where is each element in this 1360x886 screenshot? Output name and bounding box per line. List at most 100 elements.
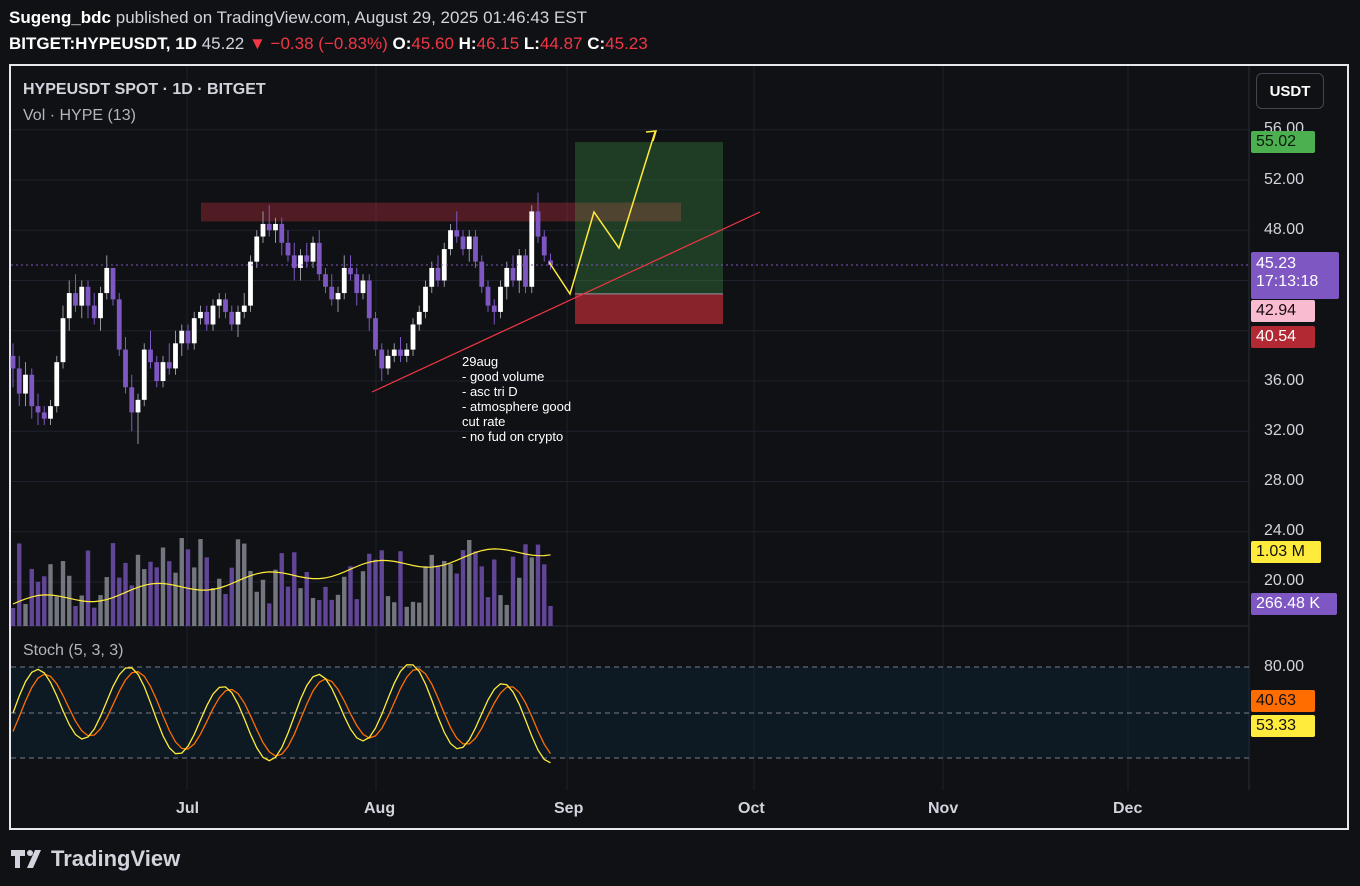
volume-bar (423, 566, 428, 626)
candle-body (110, 267, 116, 300)
volume-bar (142, 569, 147, 626)
y-tick: 36.00 (1264, 372, 1305, 389)
note-line: - atmosphere good (462, 399, 572, 414)
volume-bar (242, 543, 247, 626)
volume-bar (154, 567, 159, 626)
last-price-badge: 45.23 17:13:18 (1251, 252, 1339, 299)
x-tick-jul: Jul (176, 800, 200, 817)
candle-body (66, 293, 72, 319)
candle-body (248, 261, 253, 306)
candle-body (448, 230, 453, 250)
candle-body (179, 330, 185, 344)
y-tick: 20.00 (1264, 572, 1305, 589)
stoch-legend[interactable]: Stoch (5, 3, 3) (23, 642, 124, 660)
stoch-d-badge: 40.63 (1251, 690, 1315, 712)
candle-body (223, 299, 228, 312)
volume-bar (360, 571, 366, 626)
volume-bar (410, 601, 416, 626)
volume-bar (442, 560, 447, 626)
candle-body (166, 362, 172, 369)
volume-bar (267, 603, 272, 626)
volume-bar (548, 606, 553, 626)
volume-bar (217, 578, 222, 626)
volume-bar (35, 581, 41, 626)
volume-bar (498, 595, 503, 626)
stoch-pane (11, 664, 1249, 764)
volume-bar (367, 553, 372, 626)
candle-body (235, 311, 241, 325)
volume-badge: 266.48 K (1251, 593, 1337, 615)
candle-body (10, 355, 16, 369)
volume-bar (523, 544, 528, 626)
volume-bar (529, 557, 534, 626)
countdown-value: 17:13:18 (1256, 273, 1319, 290)
candle-body (360, 280, 366, 294)
volume-bar (292, 552, 297, 626)
candle-body (54, 362, 60, 407)
chart-canvas[interactable] (0, 0, 1360, 886)
volume-bar (385, 596, 391, 626)
candle-body (35, 406, 41, 413)
candle-body (254, 236, 260, 262)
volume-bar (435, 565, 441, 626)
volume-bar (342, 576, 347, 626)
candle-body (410, 324, 416, 350)
volume-bar (235, 539, 241, 626)
stoch-tick: 80.00 (1264, 658, 1305, 675)
stop-badge: 40.54 (1251, 326, 1315, 348)
candle-body (341, 267, 347, 294)
volume-bar (160, 547, 166, 626)
volume-bar (17, 543, 22, 626)
candle-body (116, 299, 122, 350)
candle-body (316, 242, 322, 275)
note-line: - asc tri D (462, 384, 518, 399)
tradingview-icon (11, 850, 41, 868)
volume-bar (310, 598, 316, 626)
candle-body (460, 236, 466, 250)
candle-body (291, 255, 297, 268)
candle-body (160, 362, 166, 381)
volume-bar (129, 585, 134, 626)
currency-button[interactable]: USDT (1256, 73, 1324, 109)
candle-body (466, 236, 472, 250)
candle-body (473, 236, 478, 262)
candle-body (391, 349, 397, 356)
x-tick-dec: Dec (1113, 800, 1143, 817)
analysis-note: 29aug - good volume - asc tri D- atmospher… (462, 354, 571, 444)
candle-body (23, 374, 28, 394)
candle-body (373, 318, 378, 350)
volume-bar (104, 577, 109, 626)
candle-body (154, 362, 160, 381)
candle-body (85, 286, 91, 306)
y-tick: 24.00 (1264, 522, 1305, 539)
candle-body (366, 280, 372, 319)
note-line: 29aug (462, 354, 499, 369)
volume-bar (542, 564, 547, 626)
volume-legend[interactable]: Vol · HYPE (13) (23, 107, 136, 125)
candle-body (348, 267, 353, 275)
candle-body (123, 349, 128, 388)
candle-body (73, 293, 78, 306)
y-tick: 28.00 (1264, 472, 1305, 489)
drawings (201, 142, 723, 324)
volume-bar (173, 572, 178, 626)
y-tick: 32.00 (1264, 422, 1305, 439)
candle-body (523, 255, 528, 287)
tradingview-logo[interactable]: TradingView (9, 846, 180, 872)
x-tick-sep: Sep (554, 800, 584, 817)
candle-body (304, 255, 310, 262)
candle-body (216, 299, 222, 306)
vol-ma-badge: 1.03 M (1251, 541, 1321, 563)
candle-body (48, 406, 53, 419)
volume-bar (10, 608, 16, 626)
main-legend[interactable]: HYPEUSDT SPOT · 1D · BITGET (23, 81, 266, 99)
volume-bar (335, 594, 341, 626)
last-price-value: 45.23 (1256, 255, 1297, 272)
candle-body (129, 387, 135, 413)
volume-bar (392, 602, 397, 626)
volume-bar (179, 538, 184, 626)
y-tick: 52.00 (1264, 171, 1305, 188)
stoch-k-badge: 53.33 (1251, 715, 1315, 737)
volume-bar (85, 550, 91, 626)
stop-zone (575, 293, 723, 324)
